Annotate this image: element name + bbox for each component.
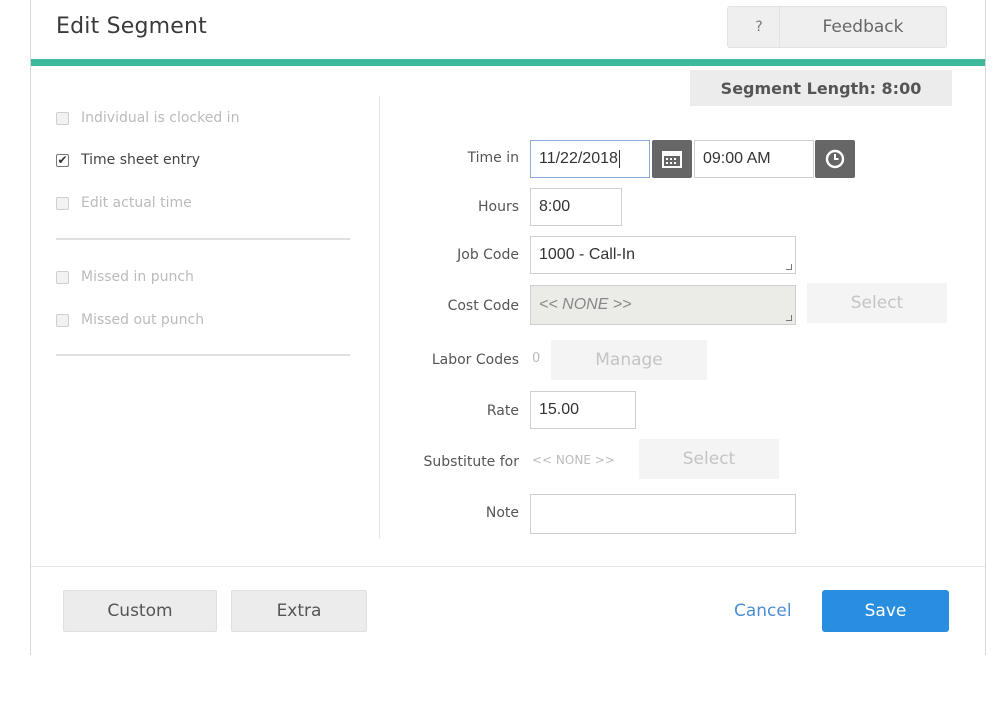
rate-input[interactable]: 15.00 xyxy=(530,391,636,429)
hours-label: Hours xyxy=(477,199,519,215)
cost-code-select-button[interactable]: Select xyxy=(807,283,947,323)
substitute-for-value: << NONE >> xyxy=(532,453,615,467)
job-code-input[interactable]: 1000 - Call-In xyxy=(530,236,796,274)
time-sheet-entry-label: Time sheet entry xyxy=(81,152,201,168)
hours-input[interactable]: 8:00 xyxy=(530,188,622,226)
rate-value: 15.00 xyxy=(539,401,580,418)
dialog-title: Edit Segment xyxy=(56,14,207,39)
individual-clocked-in-label: Individual is clocked in xyxy=(81,110,240,126)
time-sheet-entry-checkbox[interactable]: ✔ xyxy=(56,153,69,167)
checkmark-icon: ✔ xyxy=(57,153,68,167)
individual-clocked-in-checkbox[interactable] xyxy=(56,111,69,125)
resize-grip-icon[interactable] xyxy=(786,264,792,270)
individual-clocked-in-option[interactable]: Individual is clocked in xyxy=(56,107,239,129)
segment-length-badge: Segment Length: 8:00 xyxy=(690,70,952,106)
extra-button[interactable]: Extra xyxy=(231,590,367,632)
time-picker-button[interactable] xyxy=(815,140,855,178)
options-divider xyxy=(56,238,350,240)
time-in-date-value: 11/22/2018 xyxy=(539,150,618,167)
missed-out-punch-option[interactable]: Missed out punch xyxy=(56,309,204,331)
cost-code-input: << NONE >> xyxy=(530,285,796,325)
time-in-time-value: 09:00 AM xyxy=(703,150,771,167)
time-in-date-input[interactable]: 11/22/2018 xyxy=(530,140,650,178)
options-divider xyxy=(56,354,350,356)
text-cursor xyxy=(618,150,620,168)
cancel-button[interactable]: Cancel xyxy=(734,601,792,621)
calendar-icon xyxy=(662,151,682,168)
footer-divider xyxy=(31,566,985,567)
calendar-picker-button[interactable] xyxy=(652,140,692,178)
note-input[interactable] xyxy=(530,494,796,534)
custom-button[interactable]: Custom xyxy=(63,590,217,632)
missed-in-punch-label: Missed in punch xyxy=(81,269,194,285)
substitute-for-label: Substitute for xyxy=(423,454,519,470)
missed-in-punch-checkbox[interactable] xyxy=(56,270,69,284)
header-accent-bar xyxy=(31,59,985,66)
labor-codes-label: Labor Codes xyxy=(431,352,519,368)
time-in-time-input[interactable]: 09:00 AM xyxy=(694,140,814,178)
job-code-value: 1000 - Call-In xyxy=(539,246,636,263)
panel-divider xyxy=(379,96,380,538)
feedback-button[interactable]: Feedback xyxy=(779,6,947,48)
time-sheet-entry-option[interactable]: ✔ Time sheet entry xyxy=(56,149,200,171)
save-button[interactable]: Save xyxy=(822,590,949,632)
edit-actual-time-option[interactable]: Edit actual time xyxy=(56,192,192,214)
job-code-label: Job Code xyxy=(457,247,519,263)
cost-code-label: Cost Code xyxy=(447,298,519,314)
note-label: Note xyxy=(485,505,519,521)
rate-label: Rate xyxy=(486,403,519,419)
clock-icon xyxy=(825,149,845,169)
time-in-label: Time in xyxy=(467,150,519,166)
labor-codes-manage-button[interactable]: Manage xyxy=(551,340,707,380)
resize-grip-icon xyxy=(786,315,792,321)
hours-value: 8:00 xyxy=(539,198,571,215)
dialog-header: Edit Segment ? Feedback xyxy=(31,0,985,60)
edit-segment-dialog: Edit Segment ? Feedback Segment Length: … xyxy=(30,0,986,655)
missed-out-punch-label: Missed out punch xyxy=(81,312,205,328)
edit-actual-time-label: Edit actual time xyxy=(81,195,192,211)
missed-in-punch-option[interactable]: Missed in punch xyxy=(56,266,194,288)
substitute-for-select-button[interactable]: Select xyxy=(639,439,779,479)
edit-actual-time-checkbox[interactable] xyxy=(56,196,69,210)
labor-codes-count: 0 xyxy=(532,351,541,366)
cost-code-value: << NONE >> xyxy=(539,296,632,313)
missed-out-punch-checkbox[interactable] xyxy=(56,313,69,327)
